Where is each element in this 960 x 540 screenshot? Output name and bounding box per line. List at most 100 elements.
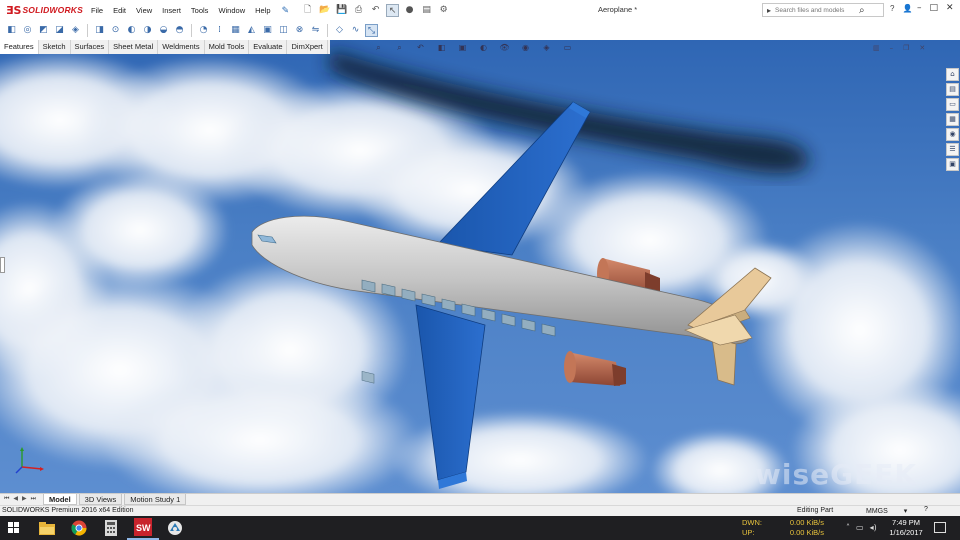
wrap-icon[interactable]: ◫ [277,24,290,37]
pin-icon[interactable]: ✎ [276,5,296,16]
file-properties-icon[interactable]: ▤ [420,4,433,17]
extruded-cut-icon[interactable]: ◨ [93,24,106,37]
extruded-boss-icon[interactable]: ◧ [5,24,18,37]
zoom-area-icon[interactable]: ⌕ [394,43,405,53]
viewport-restore-icon[interactable]: ❐ [903,44,909,52]
linear-pattern-icon[interactable]: ⁞ [213,24,226,37]
boundary-boss-icon[interactable]: ◈ [69,24,82,37]
tab-motion-study[interactable]: Motion Study 1 [124,494,187,505]
feature-manager-collapse-handle[interactable] [0,257,5,273]
tray-expand-icon[interactable]: ˄ [846,523,850,532]
fillet-icon[interactable]: ◔ [197,24,210,37]
calculator-icon[interactable] [95,516,127,540]
user-icon[interactable]: 👤 [902,4,912,13]
file-explorer-icon[interactable] [31,516,63,540]
mirror-icon[interactable]: ⇋ [309,24,322,37]
custom-properties-icon[interactable]: ☰ [946,143,959,156]
swept-cut-icon[interactable]: ◑ [141,24,154,37]
tab-3d-views[interactable]: 3D Views [78,494,123,505]
lofted-boss-icon[interactable]: ◪ [53,24,66,37]
tab-weldments[interactable]: Weldments [158,40,205,54]
search-icon[interactable]: ⌕ [859,5,865,16]
tab-sheet-metal[interactable]: Sheet Metal [109,40,159,54]
hide-show-icon[interactable]: 👁 [499,43,510,53]
rebuild-icon[interactable]: ● [403,4,416,17]
hole-wizard-icon[interactable]: ⊙ [109,24,122,37]
zoom-to-fit-icon[interactable]: ⌕ [373,43,384,53]
menu-edit[interactable]: Edit [108,6,131,15]
tab-model[interactable]: Model [43,494,77,505]
tab-sketch[interactable]: Sketch [39,40,71,54]
view-settings-icon[interactable]: ▭ [562,43,573,53]
save-icon[interactable]: 💾 [335,4,348,17]
view-orientation-icon[interactable]: ▣ [457,43,468,53]
help-icon[interactable]: ? [890,4,894,13]
revolved-boss-icon[interactable]: ◎ [21,24,34,37]
chrome-icon[interactable] [63,516,95,540]
resources-icon[interactable]: ⌂ [946,68,959,81]
maximize-icon[interactable]: □ [930,3,939,13]
display-style-icon[interactable]: ◐ [478,43,489,53]
solidworks-logo[interactable]: ƎS SOLIDWORKS [0,4,86,17]
windows-start-icon[interactable] [8,522,20,534]
network-icon[interactable]: ▭ [856,523,864,532]
curves-icon[interactable]: ∿ [349,24,362,37]
graphics-area[interactable]: ⌕ ⌕ ↶ ◧ ▣ ◐ 👁 ◉ ◈ ▭ ▥ – ❐ ✕ ⌂ ▤ ▭ ▦ ◉ ☰ … [0,40,960,493]
edit-appearance-icon[interactable]: ◉ [520,43,531,53]
tile-icon[interactable]: ▥ [873,44,880,52]
units-selector[interactable]: MMGS ▾ [866,507,907,515]
solidworks-forum-icon[interactable]: ▣ [946,158,959,171]
app-icon[interactable] [159,516,191,540]
apply-scene-icon[interactable]: ◈ [541,43,552,53]
revolved-cut-icon[interactable]: ◐ [125,24,138,37]
viewport-close-icon[interactable]: ✕ [919,44,925,52]
next-tab-icon[interactable]: ▶ [22,495,27,503]
appearances-icon[interactable]: ◉ [946,128,959,141]
notifications-icon[interactable] [934,522,946,533]
menu-window[interactable]: Window [213,6,250,15]
search-box[interactable]: ▸ ⌕ [762,3,884,17]
menu-view[interactable]: View [131,6,157,15]
viewport-minimize-icon[interactable]: – [890,44,894,52]
first-tab-icon[interactable]: ⏮ [4,495,9,503]
tab-dimxpert[interactable]: DimXpert [287,40,328,54]
instant3d-icon[interactable]: ⤡ [365,23,378,37]
tab-evaluate[interactable]: Evaluate [249,40,288,54]
section-view-icon[interactable]: ◧ [436,43,447,53]
menu-file[interactable]: File [86,6,108,15]
lofted-cut-icon[interactable]: ◒ [157,24,170,37]
undo-icon[interactable]: ↶ [369,4,382,17]
swept-boss-icon[interactable]: ◩ [37,24,50,37]
solidworks-icon[interactable]: SW [127,516,159,540]
search-scope-icon[interactable]: ▸ [763,6,775,15]
rib-icon[interactable]: ▦ [229,24,242,37]
status-help-icon[interactable]: ? [924,506,928,513]
select-icon[interactable]: ↖ [386,3,400,17]
draft-icon[interactable]: ◭ [245,24,258,37]
close-icon[interactable]: ✕ [946,3,954,13]
print-icon[interactable]: ⎙ [352,4,365,17]
shell-icon[interactable]: ▣ [261,24,274,37]
tab-features[interactable]: Features [0,40,39,54]
design-library-icon[interactable]: ▤ [946,83,959,96]
menu-insert[interactable]: Insert [157,6,186,15]
taskbar-clock[interactable]: 7:49 PM 1/16/2017 [886,518,926,538]
search-input[interactable] [775,4,859,16]
file-explorer-tab-icon[interactable]: ▭ [946,98,959,111]
tab-surfaces[interactable]: Surfaces [71,40,110,54]
tab-mold-tools[interactable]: Mold Tools [205,40,250,54]
menu-tools[interactable]: Tools [186,6,214,15]
intersect-icon[interactable]: ⊗ [293,24,306,37]
last-tab-icon[interactable]: ⏭ [31,495,36,503]
menu-help[interactable]: Help [250,6,275,15]
prev-tab-icon[interactable]: ◀ [13,495,18,503]
minimize-icon[interactable]: – [917,3,922,13]
reference-geometry-icon[interactable]: ◇ [333,24,346,37]
view-palette-icon[interactable]: ▦ [946,113,959,126]
previous-view-icon[interactable]: ↶ [415,43,426,53]
options-icon[interactable]: ⚙ [437,4,450,17]
volume-icon[interactable]: ◂) [870,523,877,532]
new-document-icon[interactable]: 🗋 [301,4,314,17]
open-icon[interactable]: 📂 [318,4,331,17]
boundary-cut-icon[interactable]: ◓ [173,24,186,37]
